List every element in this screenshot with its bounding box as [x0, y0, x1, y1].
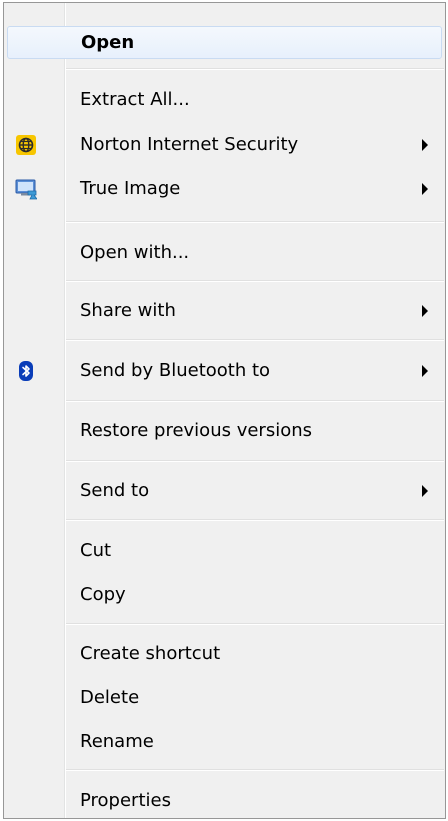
menu-item-send-to-label: Send to [80, 479, 150, 501]
menu-separator [66, 280, 444, 282]
submenu-arrow-icon [422, 304, 428, 317]
menu-item-share-with-label: Share with [80, 299, 176, 321]
menu-item-open[interactable]: Open [7, 26, 442, 59]
menu-item-send-to[interactable]: Send to [5, 474, 444, 507]
submenu-arrow-icon [422, 138, 428, 151]
menu-item-delete[interactable]: Delete [5, 681, 444, 714]
menu-item-properties[interactable]: Properties [5, 784, 444, 817]
menu-item-open-label: Open [81, 31, 135, 53]
menu-item-true-image-label: True Image [80, 177, 181, 199]
menu-separator [66, 519, 444, 521]
menu-item-copy-label: Copy [80, 583, 126, 605]
submenu-arrow-icon [422, 182, 428, 195]
menu-item-share-with[interactable]: Share with [5, 294, 444, 327]
menu-item-copy[interactable]: Copy [5, 578, 444, 611]
menu-item-open-with[interactable]: Open with... [5, 236, 444, 269]
menu-item-cut[interactable]: Cut [5, 534, 444, 567]
menu-separator [66, 460, 444, 462]
menu-item-cut-label: Cut [80, 539, 112, 561]
menu-item-extract-all-label: Extract All... [80, 88, 190, 110]
menu-item-restore-previous-versions[interactable]: Restore previous versions [5, 414, 444, 447]
menu-item-norton-label: Norton Internet Security [80, 133, 299, 155]
menu-item-extract-all[interactable]: Extract All... [5, 83, 444, 116]
menu-item-send-by-bluetooth-label: Send by Bluetooth to [80, 359, 271, 381]
menu-separator [66, 400, 444, 402]
submenu-arrow-icon [422, 484, 428, 497]
menu-separator [66, 623, 444, 625]
menu-item-rename[interactable]: Rename [5, 725, 444, 758]
menu-item-norton-internet-security[interactable]: Norton Internet Security [5, 128, 444, 161]
menu-item-create-shortcut-label: Create shortcut [80, 642, 221, 664]
menu-separator [66, 339, 444, 341]
menu-item-open-with-label: Open with... [80, 241, 190, 263]
bluetooth-icon [15, 360, 37, 382]
menu-item-send-by-bluetooth[interactable]: Send by Bluetooth to [5, 354, 444, 387]
menu-item-rename-label: Rename [80, 730, 154, 752]
menu-item-delete-label: Delete [80, 686, 140, 708]
submenu-arrow-icon [422, 364, 428, 377]
menu-item-restore-label: Restore previous versions [80, 419, 313, 441]
menu-separator [66, 769, 444, 771]
true-image-monitor-icon [15, 178, 38, 200]
context-menu: Open Extract All... Norton Internet Secu… [3, 2, 446, 819]
menu-item-true-image[interactable]: True Image [5, 172, 444, 205]
menu-separator [66, 221, 444, 223]
menu-separator [66, 68, 444, 70]
menu-item-properties-label: Properties [80, 789, 171, 811]
norton-globe-icon [15, 134, 37, 156]
menu-item-create-shortcut[interactable]: Create shortcut [5, 637, 444, 670]
